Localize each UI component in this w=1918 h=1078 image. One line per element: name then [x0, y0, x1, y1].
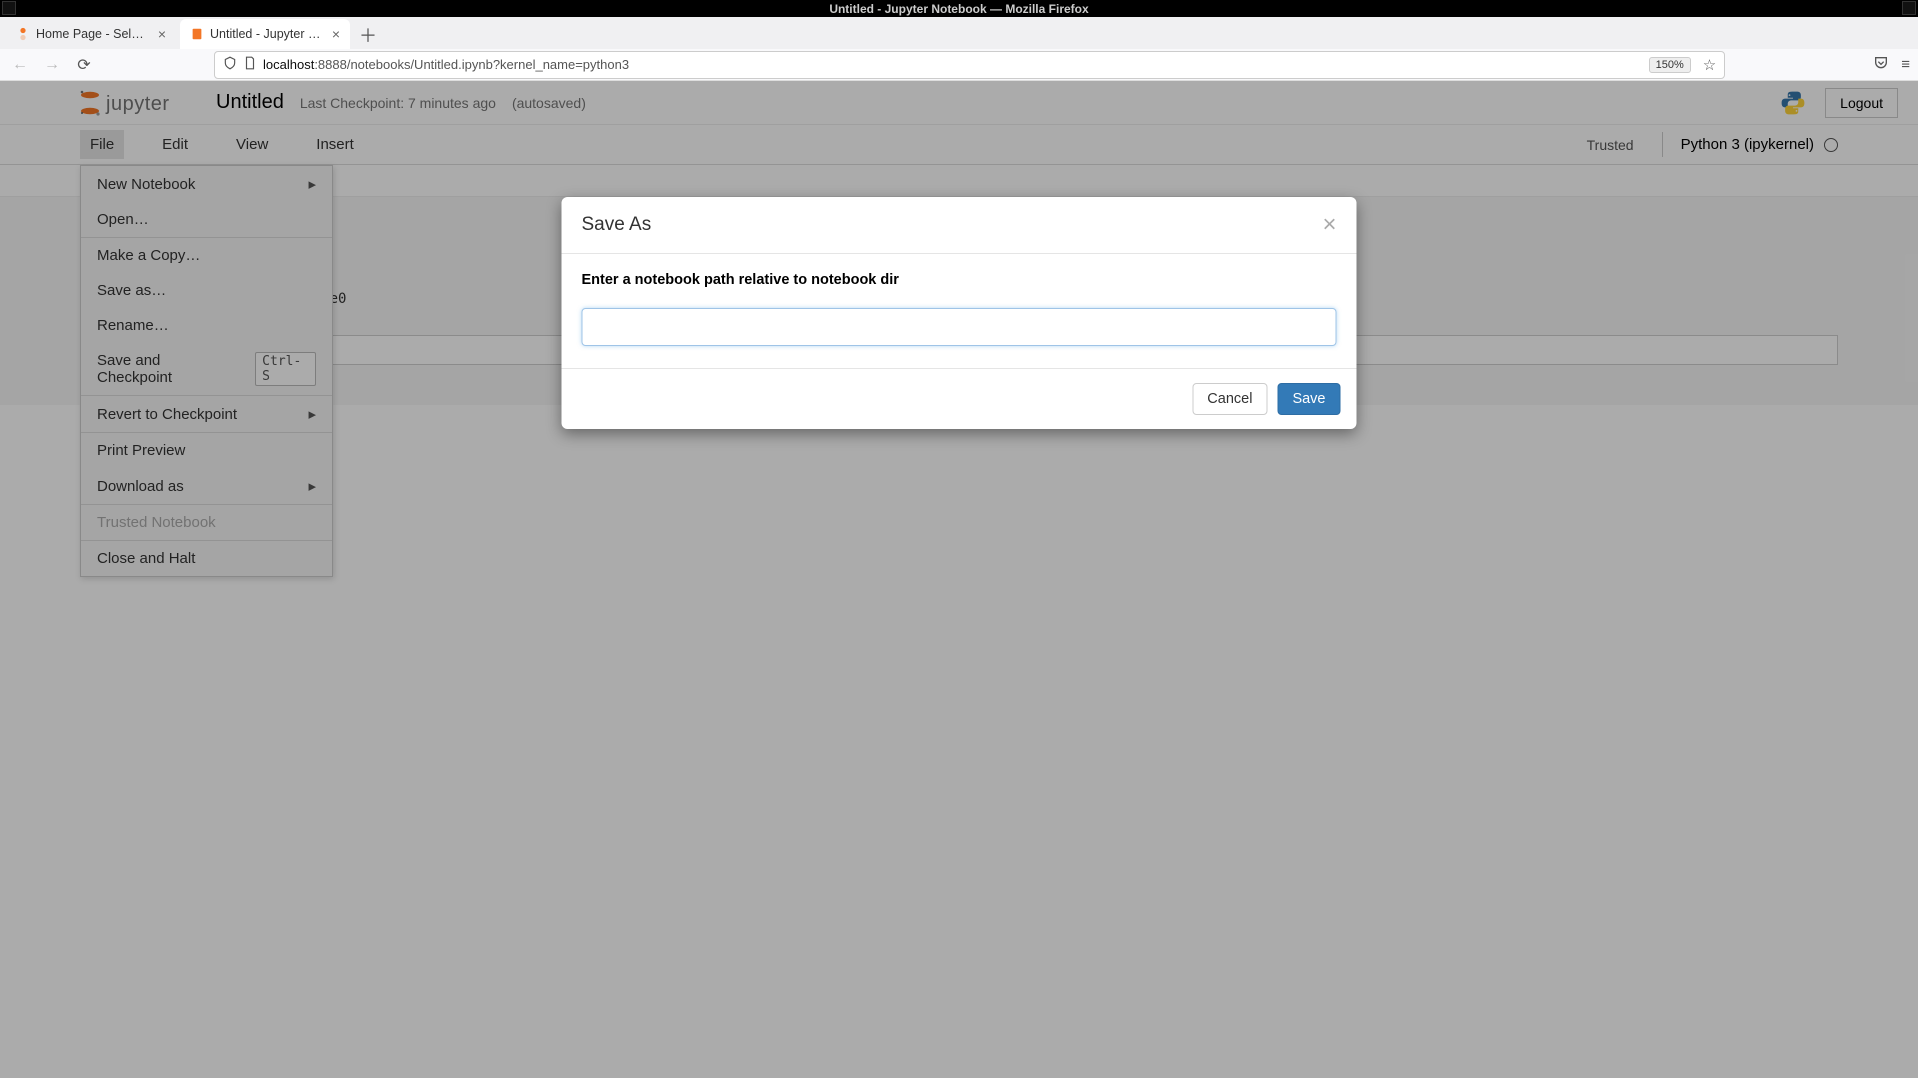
window-title: Untitled - Jupyter Notebook — Mozilla Fi…	[829, 2, 1088, 16]
shield-icon	[223, 56, 237, 73]
app-menu-icon[interactable]: ≡	[1901, 56, 1910, 73]
tab-label: Home Page - Select or cr	[36, 27, 148, 41]
modal-title: Save As	[582, 214, 652, 236]
os-menu-icon[interactable]	[2, 1, 16, 15]
browser-tab-notebook[interactable]: Untitled - Jupyter Notebo ×	[180, 19, 350, 49]
new-tab-button[interactable]: ＋	[354, 21, 382, 49]
forward-button[interactable]: →	[40, 53, 64, 77]
bookmark-star-icon[interactable]: ☆	[1703, 56, 1716, 74]
pocket-icon[interactable]	[1873, 55, 1889, 75]
tab-close-icon[interactable]: ×	[158, 27, 166, 41]
os-close-icon[interactable]	[1902, 1, 1916, 15]
save-as-modal: Save As × Enter a notebook path relative…	[562, 197, 1357, 429]
modal-prompt: Enter a notebook path relative to notebo…	[582, 272, 1337, 288]
cancel-button[interactable]: Cancel	[1192, 383, 1267, 415]
reload-button[interactable]: ⟳	[72, 53, 96, 77]
tab-label: Untitled - Jupyter Notebo	[210, 27, 322, 41]
tab-close-icon[interactable]: ×	[332, 27, 340, 41]
save-button[interactable]: Save	[1277, 383, 1340, 415]
url-text: localhost:8888/notebooks/Untitled.ipynb?…	[263, 57, 629, 72]
browser-tab-strip: Home Page - Select or cr × Untitled - Ju…	[0, 17, 1918, 49]
url-bar[interactable]: localhost:8888/notebooks/Untitled.ipynb?…	[214, 51, 1725, 79]
notebook-tab-icon	[190, 27, 204, 41]
modal-close-icon[interactable]: ×	[1322, 213, 1336, 237]
save-path-input[interactable]	[582, 308, 1337, 346]
os-titlebar: Untitled - Jupyter Notebook — Mozilla Fi…	[0, 0, 1918, 17]
zoom-badge[interactable]: 150%	[1649, 57, 1691, 73]
back-button[interactable]: ←	[8, 53, 32, 77]
page-icon	[243, 56, 257, 73]
jupyter-tab-icon	[16, 27, 30, 41]
browser-toolbar: ← → ⟳ localhost:8888/notebooks/Untitled.…	[0, 49, 1918, 81]
browser-tab-home[interactable]: Home Page - Select or cr ×	[6, 19, 176, 49]
